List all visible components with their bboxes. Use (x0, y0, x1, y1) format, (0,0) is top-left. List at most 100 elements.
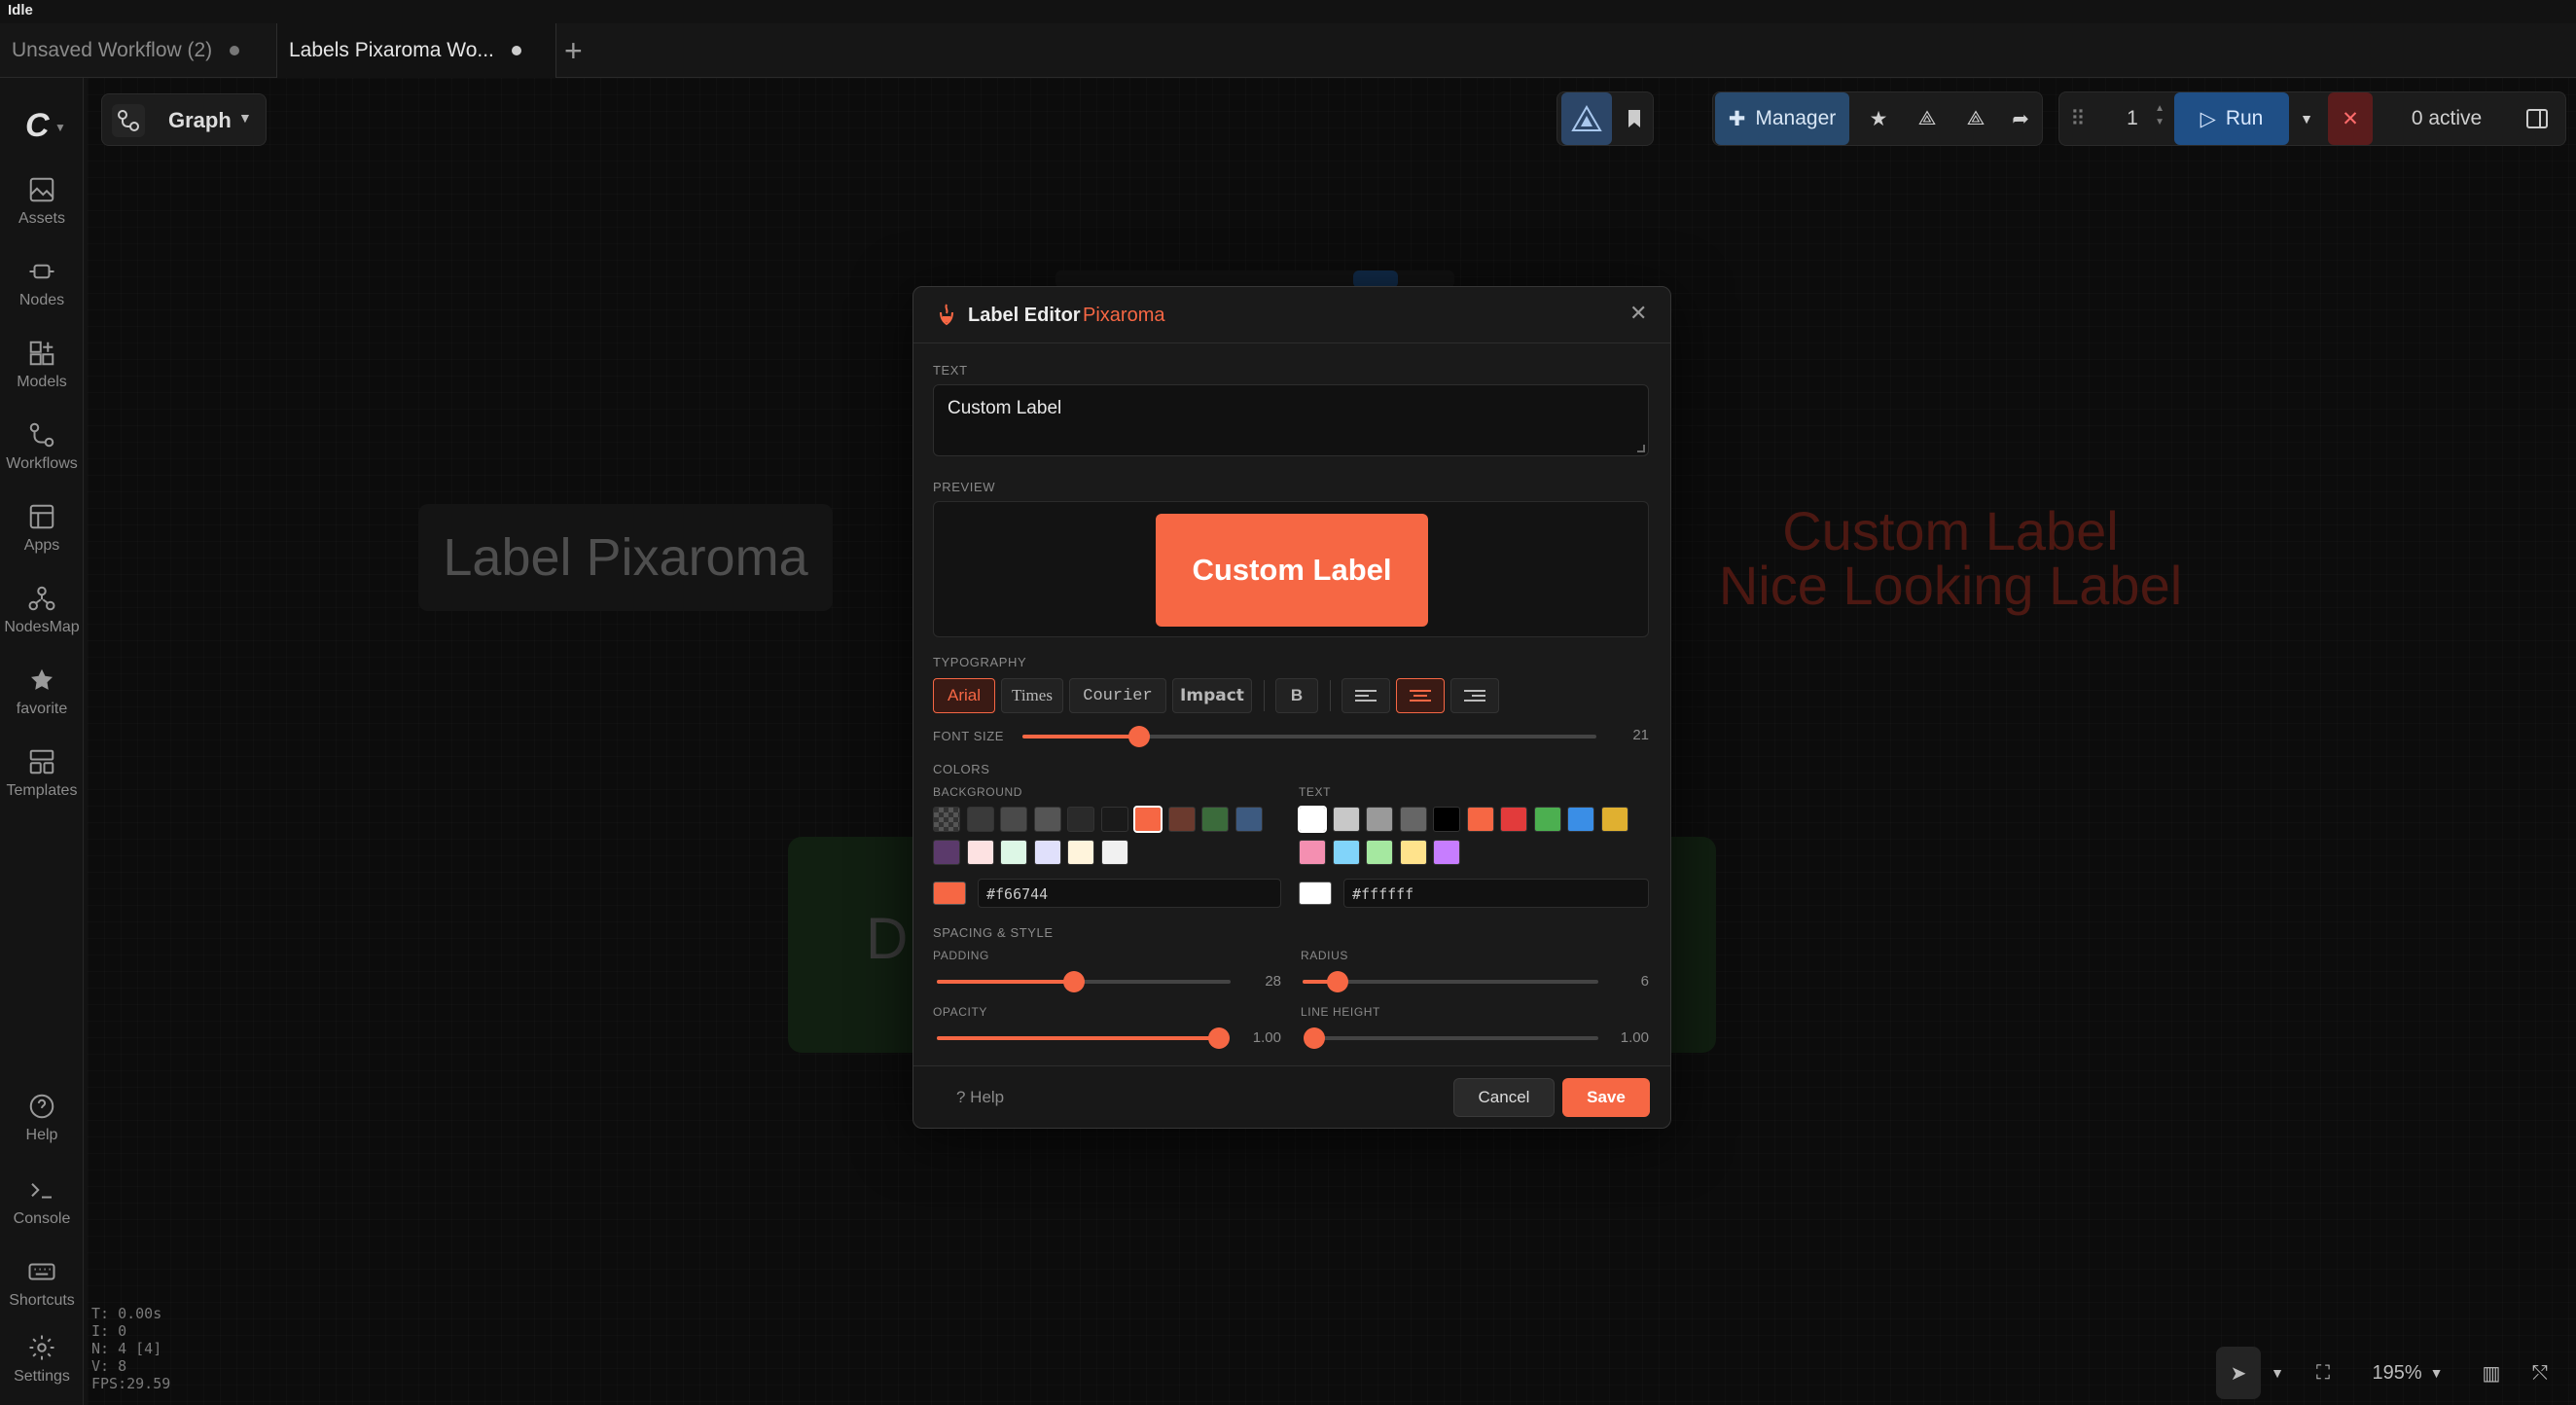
drag-handle-icon[interactable]: ⠿ (2063, 92, 2093, 145)
background-color-swatch[interactable] (933, 807, 960, 832)
align-center-button[interactable] (1396, 678, 1445, 713)
cancel-button[interactable]: Cancel (1453, 1078, 1555, 1117)
background-color-swatch[interactable] (1167, 807, 1196, 832)
zoom-dropdown[interactable]: 195% ▼ (2354, 1347, 2461, 1399)
background-color-swatch[interactable] (1000, 840, 1027, 865)
sidebar-item-help[interactable]: Help (0, 1092, 84, 1144)
slider-knob[interactable] (1304, 1027, 1325, 1049)
text-color-swatch[interactable] (1366, 840, 1393, 865)
toggle-panel-button[interactable] (2513, 92, 2561, 145)
font-times-button[interactable]: Times (1001, 678, 1063, 713)
chevron-down-icon[interactable]: ▼ (2263, 1347, 2292, 1399)
text-color-swatch[interactable] (1399, 807, 1427, 832)
align-left-button[interactable] (1342, 678, 1390, 713)
text-color-swatch[interactable] (1298, 806, 1327, 833)
text-color-swatch[interactable] (1533, 807, 1561, 832)
radius-slider[interactable] (1303, 971, 1598, 992)
sidebar-item-assets[interactable]: Assets (0, 175, 84, 228)
text-color-swatch[interactable] (1299, 840, 1326, 865)
model-button-2[interactable]: ⟁ (1952, 92, 1999, 145)
text-color-swatch[interactable] (1500, 807, 1527, 832)
slider-knob[interactable] (1127, 726, 1150, 747)
padding-slider[interactable] (937, 971, 1231, 992)
sidebar-item-nodesmap[interactable]: NodesMap (0, 584, 84, 636)
background-color-swatch[interactable] (966, 807, 994, 832)
align-right-button[interactable] (1450, 678, 1499, 713)
apps-icon (29, 504, 54, 529)
favorites-button[interactable]: ★ (1857, 92, 1900, 145)
bold-button[interactable]: B (1275, 678, 1318, 713)
sidebar-item-apps[interactable]: Apps (0, 502, 84, 555)
minimap-button[interactable]: ▥ (2469, 1347, 2514, 1399)
text-color-swatch[interactable] (1600, 807, 1628, 832)
pixaroma-logo-button[interactable] (1561, 92, 1612, 145)
slider-knob[interactable] (1327, 971, 1349, 992)
background-color-swatch[interactable] (1234, 807, 1263, 832)
chevron-down-icon: ▼ (238, 110, 252, 126)
link-visibility-button[interactable]: ⤲ (2518, 1347, 2562, 1399)
puzzle-icon: ✚ (1728, 107, 1746, 130)
text-color-swatch[interactable] (1332, 807, 1360, 832)
label-text-input[interactable]: Custom Label (933, 384, 1649, 456)
sidebar-item-models[interactable]: Models (0, 339, 84, 391)
background-color-swatch[interactable] (1000, 807, 1027, 832)
opacity-slider[interactable] (937, 1027, 1230, 1049)
background-color-swatch[interactable] (933, 840, 960, 865)
save-button[interactable]: Save (1562, 1078, 1650, 1117)
background-color-chip[interactable] (933, 882, 966, 905)
bookmark-button[interactable] (1618, 92, 1651, 145)
background-color-swatch[interactable] (966, 840, 994, 865)
background-color-swatch[interactable] (1067, 840, 1094, 865)
active-queue-button[interactable]: 0 active (2390, 92, 2503, 145)
text-hex-input[interactable]: #ffffff (1343, 879, 1649, 908)
new-tab-plus-icon[interactable]: + (564, 35, 583, 66)
text-color-swatch[interactable] (1332, 840, 1360, 865)
font-courier-button[interactable]: Courier (1069, 678, 1166, 713)
background-color-swatch[interactable] (1100, 840, 1128, 865)
sidebar-item-workflows[interactable]: Workflows (0, 420, 84, 473)
stepper-icon[interactable]: ▲ ▼ (2155, 102, 2165, 129)
text-color-swatch[interactable] (1366, 807, 1393, 832)
text-color-swatch[interactable] (1399, 840, 1427, 865)
resize-grip-icon[interactable] (1637, 445, 1645, 452)
graph-mode-dropdown[interactable]: Graph ▼ (101, 93, 267, 146)
font-arial-button[interactable]: Arial (933, 678, 995, 713)
background-color-swatch[interactable] (1067, 807, 1094, 832)
help-link[interactable]: ? Help (956, 1088, 1004, 1107)
text-color-swatch[interactable] (1433, 840, 1460, 865)
slider-knob[interactable] (1062, 971, 1085, 992)
sidebar-item-console[interactable]: Console (0, 1175, 84, 1228)
text-color-swatch[interactable] (1466, 807, 1494, 832)
tab-unsaved-workflow[interactable]: Unsaved Workflow (2) (0, 23, 274, 78)
text-color-chip[interactable] (1299, 882, 1332, 905)
sidebar-item-shortcuts[interactable]: Shortcuts (0, 1257, 84, 1310)
select-tool-button[interactable]: ➤ (2216, 1347, 2261, 1399)
text-color-swatch[interactable] (1433, 807, 1460, 832)
font-impact-button[interactable]: Impact (1172, 678, 1252, 713)
fit-view-button[interactable]: ⛶ (2302, 1347, 2344, 1399)
sidebar-item-settings[interactable]: Settings (0, 1333, 84, 1386)
text-color-swatch[interactable] (1567, 807, 1594, 832)
background-color-swatch[interactable] (1033, 807, 1061, 832)
tab-labels-pixaroma[interactable]: Labels Pixaroma Wo... (276, 23, 556, 78)
background-color-swatch[interactable] (1100, 807, 1128, 832)
sidebar-item-favorite[interactable]: favorite (0, 666, 84, 718)
model-button-1[interactable]: ⟁ (1904, 92, 1950, 145)
close-icon[interactable]: ✕ (1629, 301, 1647, 326)
chevron-down-icon[interactable]: ▼ (54, 121, 66, 134)
queue-count-input[interactable]: 1 ▲ ▼ (2098, 92, 2166, 145)
background-color-swatch[interactable] (1201, 807, 1229, 832)
run-options-chevron-icon[interactable]: ▼ (2293, 92, 2320, 145)
cancel-run-button[interactable]: ✕ (2328, 92, 2373, 145)
run-button[interactable]: ▷ Run (2174, 92, 2289, 145)
background-hex-input[interactable]: #f66744 (978, 879, 1281, 908)
manager-button[interactable]: ✚ Manager (1715, 92, 1849, 145)
background-color-swatch[interactable] (1033, 840, 1061, 865)
sidebar-item-nodes[interactable]: Nodes (0, 257, 84, 309)
share-button[interactable]: ➦ (1999, 92, 2042, 145)
comfy-logo-icon[interactable]: C (25, 107, 50, 145)
font-size-slider[interactable] (1022, 726, 1596, 747)
background-color-swatch[interactable] (1133, 806, 1163, 833)
sidebar-item-templates[interactable]: Templates (0, 747, 84, 800)
line-height-slider[interactable] (1304, 1027, 1598, 1049)
